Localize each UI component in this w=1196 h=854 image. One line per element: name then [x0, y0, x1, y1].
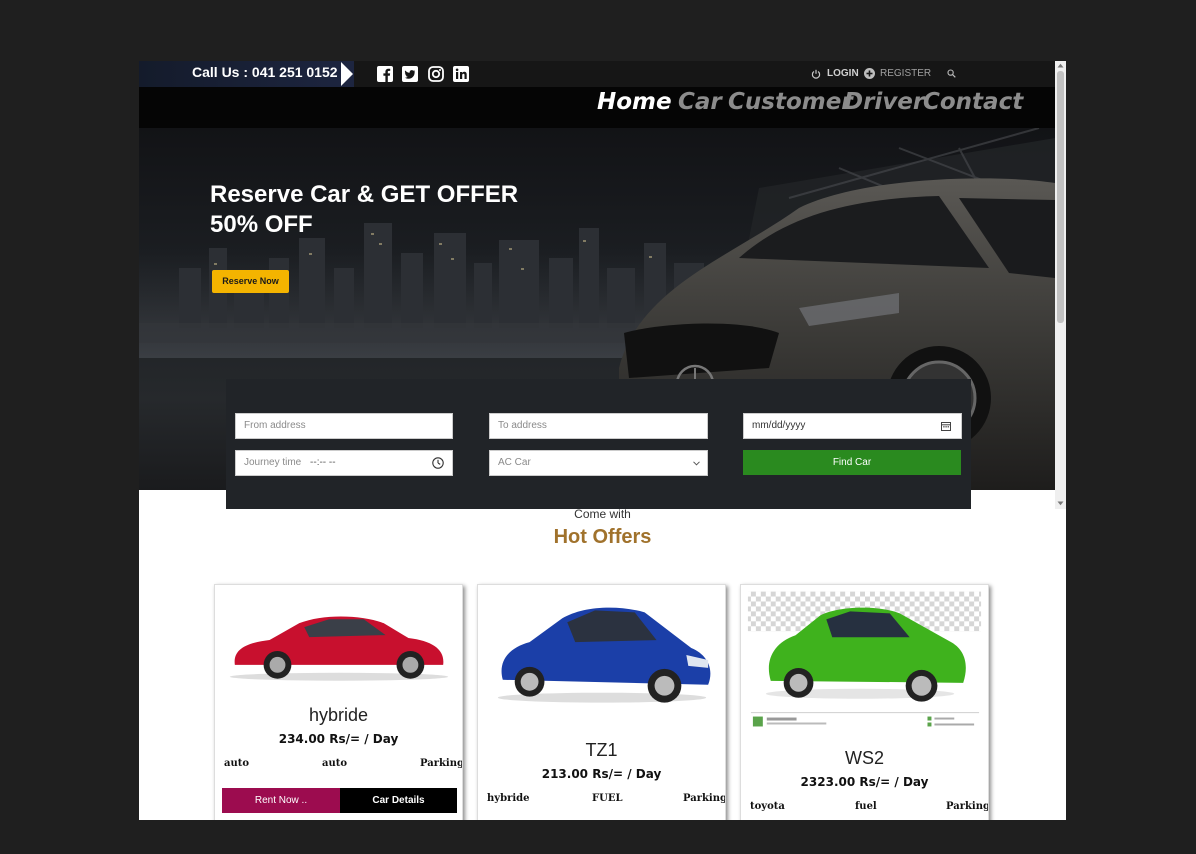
car-feature: FUEL: [592, 793, 623, 804]
offer-card: hybride 234.00 Rs/= / Day auto auto Park…: [214, 584, 463, 820]
offers-title: Hot Offers: [553, 526, 652, 548]
car-details-button[interactable]: Car Details: [340, 788, 457, 813]
nav-item-contact[interactable]: Contact: [923, 89, 1023, 115]
nav-item-customer[interactable]: Customer: [728, 89, 853, 115]
top-bar: Call Us : 041 251 0152 LOGIN REGISTER: [139, 61, 1055, 87]
date-placeholder: mm/dd/yyyy: [752, 420, 806, 431]
search-icon[interactable]: [947, 69, 956, 78]
scroll-up-arrow-icon[interactable]: [1057, 63, 1064, 68]
reserve-now-button[interactable]: Reserve Now: [212, 270, 289, 293]
offer-card: TZ1 213.00 Rs/= / Day hybride FUEL Parki…: [477, 584, 726, 820]
car-price: 213.00 Rs/= / Day: [541, 767, 662, 781]
car-feature: Parking: [683, 793, 726, 804]
facebook-icon[interactable]: [377, 66, 393, 82]
login-link[interactable]: LOGIN: [827, 68, 859, 79]
car-feature: toyota: [750, 801, 785, 812]
register-link[interactable]: REGISTER: [880, 68, 931, 79]
phone-number: Call Us : 041 251 0152: [192, 64, 338, 80]
twitter-icon[interactable]: [402, 66, 418, 82]
car-name: TZ1: [585, 740, 618, 760]
car-price: 2323.00 Rs/= / Day: [800, 775, 929, 789]
clock-icon[interactable]: [432, 457, 444, 469]
instagram-icon[interactable]: [428, 66, 444, 82]
date-input[interactable]: mm/dd/yyyy: [743, 413, 962, 439]
blue-hatchback-image: [497, 607, 711, 703]
car-feature: hybride: [487, 793, 530, 804]
nav-item-car[interactable]: Car: [678, 89, 722, 115]
car-feature: fuel: [855, 801, 877, 812]
plus-circle-icon: [864, 68, 875, 79]
red-sedan-image: [229, 616, 449, 681]
car-name: hybride: [308, 705, 369, 725]
hero-title-line-2: 50% OFF: [210, 211, 313, 238]
booking-form: From address To address mm/dd/yyyy Journ…: [226, 379, 971, 509]
linkedin-icon[interactable]: [453, 66, 469, 82]
green-hatchback-image: [747, 591, 982, 727]
power-icon: [811, 69, 821, 79]
scroll-down-arrow-icon[interactable]: [1057, 501, 1064, 506]
scrollbar-thumb[interactable]: [1057, 71, 1064, 323]
hero-title: Reserve Car & GET OFFER 50% OFF: [210, 180, 550, 240]
nav-item-home[interactable]: Home: [597, 89, 672, 115]
scrollbar[interactable]: [1055, 61, 1066, 509]
phone-banner: Call Us : 041 251 0152: [139, 61, 354, 87]
chevron-down-icon: [693, 461, 700, 466]
calendar-icon[interactable]: [941, 421, 951, 431]
offers-subtitle: Come with: [574, 507, 631, 521]
journey-time-label: Journey time: [244, 457, 302, 468]
main-nav: Home Car Customer Driver Contact: [139, 87, 1055, 128]
find-car-button[interactable]: Find Car: [743, 450, 961, 475]
from-address-input[interactable]: From address: [235, 413, 453, 439]
arrow-icon: [341, 62, 353, 86]
car-feature: Parking: [420, 758, 463, 769]
hero-title-line-1: Reserve Car & GET OFFER: [210, 181, 519, 208]
offer-card: WS2 2323.00 Rs/= / Day toyota fuel Parki…: [740, 584, 989, 820]
car-feature: Parking: [946, 801, 989, 812]
car-feature: auto: [224, 758, 250, 769]
to-address-input[interactable]: To address: [489, 413, 708, 439]
nav-item-driver[interactable]: Driver: [844, 89, 924, 115]
car-type-select[interactable]: AC Car: [489, 450, 708, 476]
journey-time-input[interactable]: Journey time --:-- --: [235, 450, 453, 476]
browser-viewport: Call Us : 041 251 0152 LOGIN REGISTER Ho…: [139, 61, 1066, 820]
car-price: 234.00 Rs/= / Day: [278, 732, 399, 746]
rent-now-button[interactable]: Rent Now ..: [222, 788, 340, 813]
journey-time-placeholder: --:-- --: [310, 457, 336, 468]
car-type-value: AC Car: [498, 457, 531, 468]
car-name: WS2: [844, 748, 884, 768]
car-feature: auto: [322, 758, 348, 769]
